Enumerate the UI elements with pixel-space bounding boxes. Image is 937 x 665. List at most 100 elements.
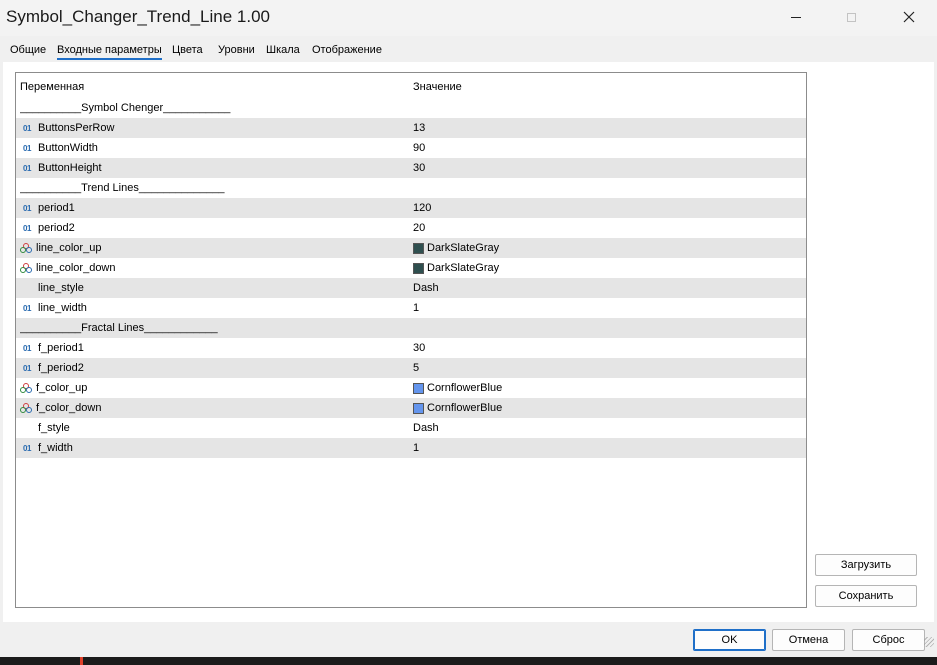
tab-bar: Общие Входные параметры Цвета Уровни Шка… <box>0 40 937 62</box>
tab-levels[interactable]: Уровни <box>218 44 255 56</box>
parameter-row[interactable]: 01 ButtonsPerRow 13 <box>16 118 806 138</box>
maximize-button[interactable] <box>828 0 874 34</box>
save-button[interactable]: Сохранить <box>815 585 917 607</box>
parameter-name: period2 <box>38 222 75 234</box>
parameter-value-cell[interactable]: Dash <box>413 278 803 298</box>
tab-display[interactable]: Отображение <box>312 44 382 56</box>
parameter-name: f_period1 <box>38 342 84 354</box>
parameter-value-cell[interactable]: 1 <box>413 438 803 458</box>
parameter-value-cell[interactable]: 120 <box>413 198 803 218</box>
parameter-value-cell[interactable]: CornflowerBlue <box>413 378 803 398</box>
parameter-row[interactable]: line_style Dash <box>16 278 806 298</box>
parameter-row[interactable]: 01 ButtonWidth 90 <box>16 138 806 158</box>
parameter-name: f_color_down <box>36 402 102 414</box>
parameter-name: __________Fractal Lines____________ <box>20 322 218 334</box>
tab-colors[interactable]: Цвета <box>172 44 203 56</box>
tab-scale[interactable]: Шкала <box>266 44 300 56</box>
section-header-row[interactable]: __________Trend Lines______________ <box>16 178 806 198</box>
parameter-name-cell: line_color_down <box>20 258 408 278</box>
parameter-name: __________Trend Lines______________ <box>20 182 225 194</box>
parameter-name-cell: 01 ButtonHeight <box>20 158 408 178</box>
header-variable[interactable]: Переменная <box>20 73 408 98</box>
parameter-value: DarkSlateGray <box>427 262 500 274</box>
color-type-icon <box>20 402 32 414</box>
parameter-value: 1 <box>413 302 420 314</box>
window-title: Symbol_Changer_Trend_Line 1.00 <box>6 7 270 26</box>
parameter-name-cell: 01 period1 <box>20 198 408 218</box>
parameter-value-cell[interactable]: 13 <box>413 118 803 138</box>
parameter-name: period1 <box>38 202 75 214</box>
parameters-grid: Переменная Значение __________Symbol Che… <box>15 72 807 608</box>
taskbar-accent <box>80 657 83 665</box>
parameter-value: DarkSlateGray <box>427 242 500 254</box>
parameter-row[interactable]: 01 f_width 1 <box>16 438 806 458</box>
color-type-icon <box>20 242 32 254</box>
parameter-value-cell[interactable]: DarkSlateGray <box>413 238 803 258</box>
parameter-row[interactable]: 01 f_period1 30 <box>16 338 806 358</box>
parameter-name: f_style <box>38 422 70 434</box>
parameter-value-cell[interactable]: Dash <box>413 418 803 438</box>
parameter-value-cell[interactable]: CornflowerBlue <box>413 398 803 418</box>
parameter-row[interactable]: f_style Dash <box>16 418 806 438</box>
parameter-value: 5 <box>413 362 420 374</box>
parameter-value: 20 <box>413 222 426 234</box>
parameter-row[interactable]: line_color_up DarkSlateGray <box>16 238 806 258</box>
parameter-row[interactable]: f_color_up CornflowerBlue <box>16 378 806 398</box>
reset-button[interactable]: Сброс <box>852 629 925 651</box>
parameter-value: Dash <box>413 422 439 434</box>
parameter-value-cell[interactable]: 20 <box>413 218 803 238</box>
cancel-button[interactable]: Отмена <box>772 629 845 651</box>
parameter-row[interactable]: f_color_down CornflowerBlue <box>16 398 806 418</box>
parameter-row[interactable]: 01 period2 20 <box>16 218 806 238</box>
parameter-row[interactable]: line_color_down DarkSlateGray <box>16 258 806 278</box>
ok-button[interactable]: OK <box>693 629 766 651</box>
color-swatch <box>413 262 424 274</box>
parameter-name-cell: 01 f_period2 <box>20 358 408 378</box>
parameter-name-cell: f_style <box>20 418 408 438</box>
integer-type-icon: 01 <box>23 223 31 233</box>
parameter-name-cell: line_style <box>20 278 408 298</box>
title-bar: Symbol_Changer_Trend_Line 1.00 <box>0 0 937 36</box>
minimize-button[interactable] <box>773 0 819 34</box>
close-icon <box>903 11 915 23</box>
parameter-value-cell[interactable]: DarkSlateGray <box>413 258 803 278</box>
parameter-row[interactable]: 01 line_width 1 <box>16 298 806 318</box>
parameter-value: CornflowerBlue <box>427 402 503 414</box>
parameter-name: ButtonHeight <box>38 162 102 174</box>
section-header-row[interactable]: __________Fractal Lines____________ <box>16 318 806 338</box>
integer-type-icon: 01 <box>23 363 31 373</box>
parameter-value-cell[interactable]: 1 <box>413 298 803 318</box>
integer-type-icon: 01 <box>23 163 31 173</box>
color-swatch <box>413 382 424 394</box>
parameter-name-cell: 01 line_width <box>20 298 408 318</box>
parameter-value: 30 <box>413 162 426 174</box>
parameter-value-cell <box>413 98 803 118</box>
header-value[interactable]: Значение <box>413 73 803 98</box>
minimize-icon <box>791 16 801 18</box>
parameter-name: ButtonsPerRow <box>38 122 115 134</box>
tab-inputs[interactable]: Входные параметры <box>57 44 162 60</box>
section-header-row[interactable]: __________Symbol Chenger___________ <box>16 98 806 118</box>
parameter-name-cell: __________Symbol Chenger___________ <box>20 98 408 118</box>
integer-type-icon: 01 <box>23 443 31 453</box>
load-button[interactable]: Загрузить <box>815 554 917 576</box>
parameter-name: f_width <box>38 442 73 454</box>
parameter-value-cell[interactable]: 30 <box>413 158 803 178</box>
tab-general[interactable]: Общие <box>10 44 46 56</box>
parameter-name-cell: 01 ButtonWidth <box>20 138 408 158</box>
parameter-value: 120 <box>413 202 432 214</box>
parameter-value-cell[interactable]: 5 <box>413 358 803 378</box>
integer-type-icon: 01 <box>23 203 31 213</box>
parameter-name-cell: f_color_up <box>20 378 408 398</box>
parameter-name: ButtonWidth <box>38 142 98 154</box>
parameter-name: line_width <box>38 302 87 314</box>
parameter-value-cell[interactable]: 90 <box>413 138 803 158</box>
close-button[interactable] <box>886 0 932 34</box>
parameter-name-cell: __________Fractal Lines____________ <box>20 318 408 338</box>
parameter-row[interactable]: 01 f_period2 5 <box>16 358 806 378</box>
color-type-icon <box>20 382 32 394</box>
parameter-row[interactable]: 01 ButtonHeight 30 <box>16 158 806 178</box>
parameter-value-cell[interactable]: 30 <box>413 338 803 358</box>
parameter-row[interactable]: 01 period1 120 <box>16 198 806 218</box>
resize-grip-icon[interactable] <box>924 637 934 647</box>
